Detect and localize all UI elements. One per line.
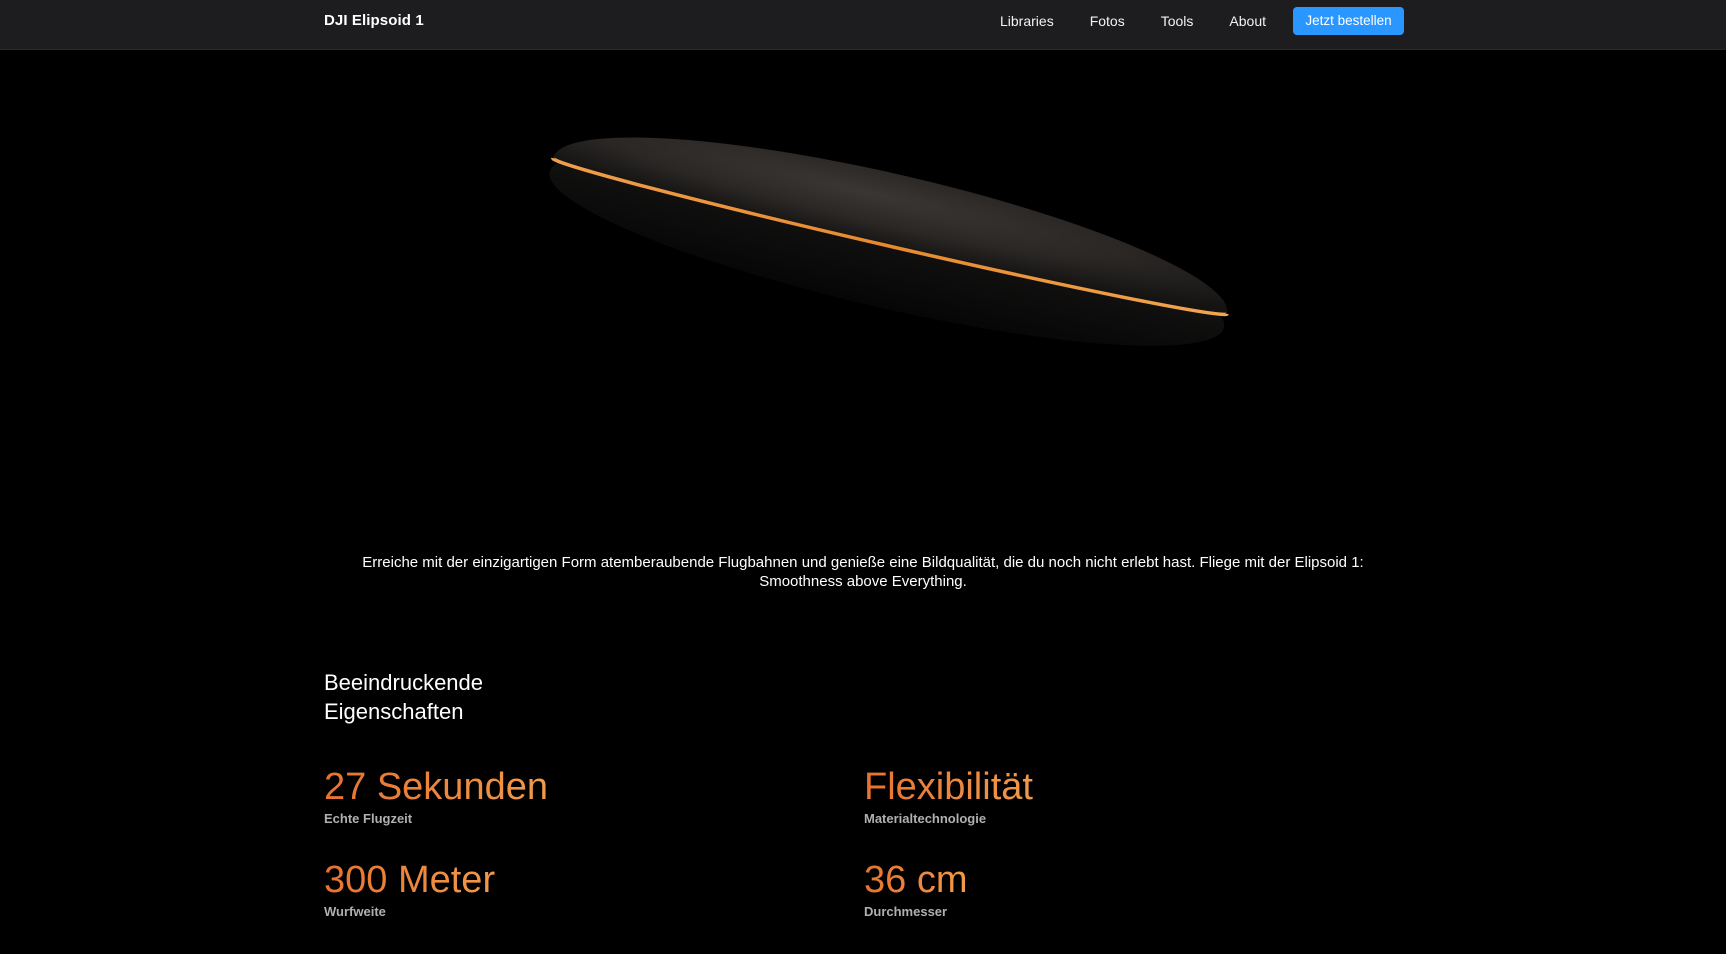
feature-throw-distance: 300 Meter Wurfweite xyxy=(324,858,495,919)
feature-material: Flexibilität Materialtechnologie xyxy=(864,765,1033,826)
feature-diameter: 36 cm Durchmesser xyxy=(864,858,967,919)
feature-value: Flexibilität xyxy=(864,766,1033,808)
feature-label: Materialtechnologie xyxy=(864,811,987,826)
hero-section xyxy=(0,50,1726,520)
order-now-button[interactable]: Jetzt bestellen xyxy=(1293,7,1404,35)
nav-link-about[interactable]: About xyxy=(1229,13,1266,29)
features-heading: Beeindruckende Eigenschaften xyxy=(324,670,484,724)
nav-link-fotos[interactable]: Fotos xyxy=(1090,13,1125,29)
nav-link-libraries[interactable]: Libraries xyxy=(1000,13,1054,29)
feature-label: Wurfweite xyxy=(324,904,386,919)
hero-tagline: Erreiche mit der einzigartigen Form atem… xyxy=(362,554,1364,590)
top-navigation: DJI Elipsoid 1 Libraries Fotos Tools Abo… xyxy=(0,0,1726,50)
feature-value: 300 Meter xyxy=(324,859,496,901)
elipsoid-product-render xyxy=(549,137,1229,346)
feature-value: 27 Sekunden xyxy=(324,766,548,808)
feature-flight-time: 27 Sekunden Echte Flugzeit xyxy=(324,765,548,826)
feature-label: Durchmesser xyxy=(864,904,948,919)
feature-value: 36 cm xyxy=(864,859,968,901)
brand-logo-text[interactable]: DJI Elipsoid 1 xyxy=(324,12,424,29)
feature-label: Echte Flugzeit xyxy=(324,811,413,826)
nav-link-tools[interactable]: Tools xyxy=(1161,13,1194,29)
nav-links: Libraries Fotos Tools About xyxy=(1000,0,1302,42)
